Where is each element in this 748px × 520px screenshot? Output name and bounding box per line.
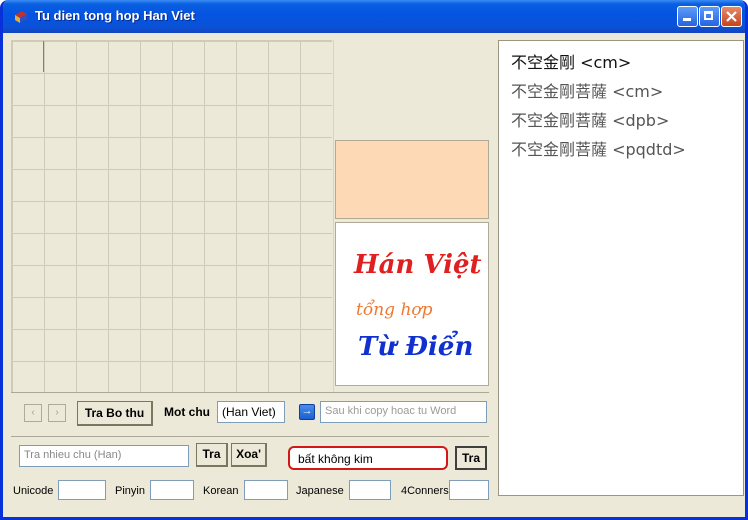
japanese-label: Japanese [296, 485, 344, 497]
divider [11, 436, 489, 437]
result-item[interactable]: 不空金剛 <cm> [511, 49, 631, 73]
character-preview [335, 140, 489, 219]
tra-button[interactable]: Tra [196, 443, 228, 467]
divider [333, 40, 334, 392]
next-button[interactable]: › [48, 404, 66, 422]
logo-line3: Từ Điển [358, 330, 473, 362]
korean-field[interactable] [244, 480, 288, 500]
4conners-field[interactable] [449, 480, 489, 500]
title-bar[interactable]: Tu dien tong hop Han Viet [3, 0, 745, 33]
mot-chu-input[interactable]: (Han Viet) [217, 401, 285, 423]
logo-line1: Hán Việt [353, 250, 482, 280]
result-item[interactable]: 不空金剛菩薩 <dpb> [511, 107, 669, 131]
window-title: Tu dien tong hop Han Viet [35, 8, 195, 23]
close-icon [726, 11, 737, 22]
results-list[interactable]: 不空金剛 <cm> 不空金剛菩薩 <cm> 不空金剛菩薩 <dpb> 不空金剛菩… [498, 40, 744, 496]
search-input[interactable]: bất không kim [288, 446, 448, 470]
logo-line2: tổng hợp [356, 300, 433, 320]
logo-art: Hán Việt tổng hợp Từ Điển [353, 250, 482, 362]
unicode-label: Unicode [13, 485, 54, 497]
4conners-label: 4Conners [401, 485, 449, 497]
tra-nhieu-input[interactable]: Tra nhieu chu (Han) [19, 445, 189, 467]
xoa-button[interactable]: Xoa' [231, 443, 267, 467]
mot-chu-label: Mot chu [164, 405, 210, 419]
divider [11, 392, 489, 393]
tra-search-button[interactable]: Tra [455, 446, 487, 470]
app-logo: Hán Việt tổng hợp Từ Điển [335, 222, 489, 386]
minimize-button[interactable] [677, 6, 698, 27]
tra-bo-thu-button[interactable]: Tra Bo thu [77, 401, 153, 426]
book-icon [15, 11, 27, 23]
app-window: Tu dien tong hop Han Viet Hán Việt tổng … [0, 0, 748, 520]
pinyin-label: Pinyin [115, 485, 145, 497]
minimize-icon [683, 18, 691, 21]
maximize-icon [704, 11, 713, 20]
unicode-field[interactable] [58, 480, 106, 500]
copy-input[interactable]: Sau khi copy hoac tu Word [320, 401, 487, 423]
japanese-field[interactable] [349, 480, 391, 500]
character-grid[interactable] [11, 40, 332, 393]
korean-label: Korean [203, 485, 239, 497]
prev-button[interactable]: ‹ [24, 404, 42, 422]
result-item[interactable]: 不空金剛菩薩 <pqdtd> [511, 136, 686, 160]
result-item[interactable]: 不空金剛菩薩 <cm> [511, 78, 663, 102]
close-button[interactable] [721, 6, 742, 27]
arrow-right-icon[interactable]: → [299, 404, 315, 420]
grid-cell-selected[interactable] [12, 41, 44, 72]
maximize-button[interactable] [699, 6, 720, 27]
pinyin-field[interactable] [150, 480, 194, 500]
